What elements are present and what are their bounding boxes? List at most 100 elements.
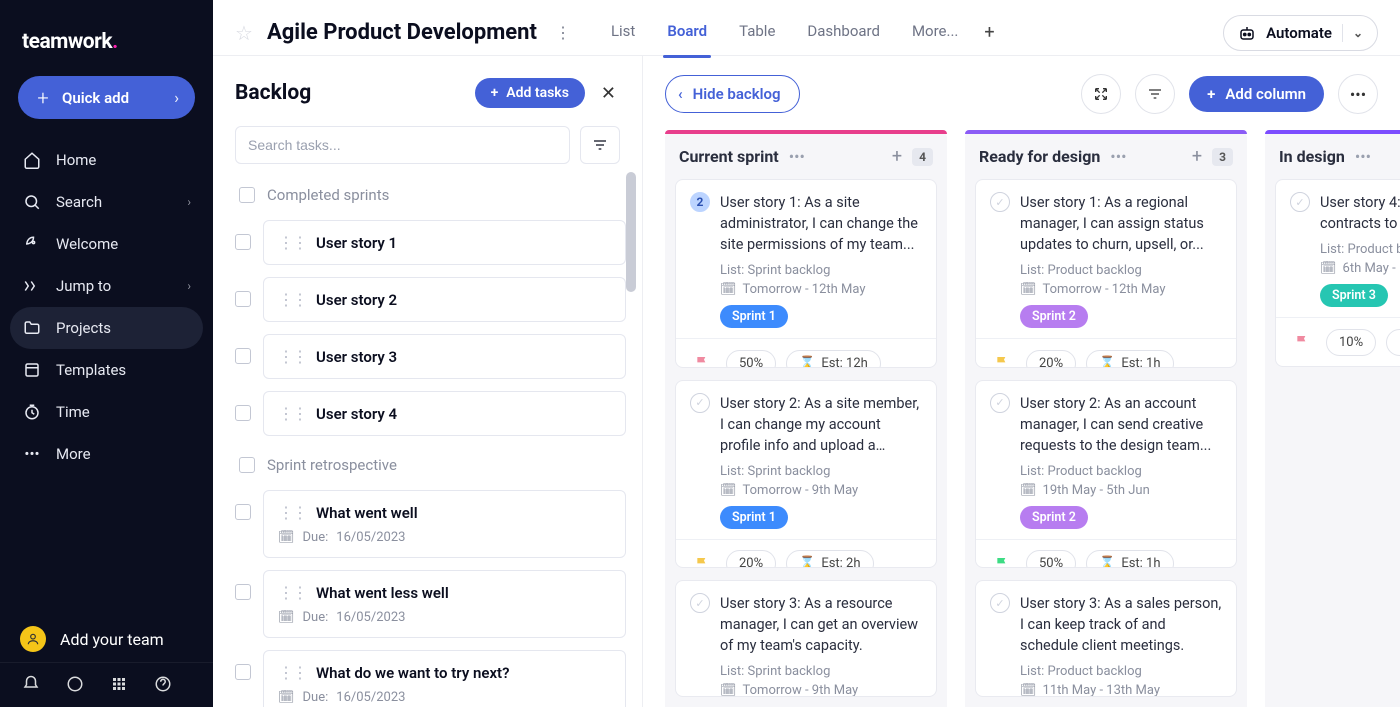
sidebar-item-jumpto[interactable]: Jump to › (10, 265, 203, 307)
tab-table[interactable]: Table (723, 8, 791, 57)
checkbox[interactable] (235, 584, 251, 600)
backlog-card[interactable]: ⋮⋮User story 2 (263, 277, 626, 322)
checkbox[interactable] (235, 405, 251, 421)
sprint-tag[interactable]: Sprint 1 (720, 305, 788, 328)
drag-handle-icon[interactable]: ⋮⋮ (278, 583, 306, 602)
tab-add-button[interactable]: + (974, 8, 1004, 57)
checkbox[interactable] (235, 234, 251, 250)
apps-icon[interactable] (110, 675, 128, 693)
column-add-icon[interactable]: + (892, 146, 902, 167)
add-team-button[interactable]: Add your team (0, 616, 213, 662)
tab-more[interactable]: More... (896, 8, 974, 57)
expand-button[interactable] (1081, 74, 1121, 114)
sidebar-item-home[interactable]: Home (10, 139, 203, 181)
project-menu-icon[interactable]: ⋮ (545, 23, 581, 42)
add-tasks-button[interactable]: + Add tasks (475, 78, 585, 108)
due-row: 🗓Due: 16/05/2023 (278, 690, 611, 705)
column-menu-icon[interactable]: ••• (789, 147, 805, 166)
column-body[interactable]: 2 User story 1: As a site administrator,… (665, 179, 947, 707)
complete-check-icon[interactable]: ✓ (990, 192, 1010, 212)
board-columns[interactable]: Current sprint ••• + 4 2 User story 1: A… (643, 124, 1400, 707)
tab-list[interactable]: List (595, 8, 651, 57)
flag-icon[interactable] (688, 550, 716, 569)
help-icon[interactable] (154, 675, 172, 693)
close-icon[interactable]: ✕ (597, 79, 620, 108)
backlog-list[interactable]: Completed sprints ⋮⋮User story 1 ⋮⋮User … (235, 172, 636, 707)
column-add-icon[interactable]: + (1192, 146, 1202, 167)
checkbox[interactable] (235, 348, 251, 364)
chat-icon[interactable] (66, 675, 84, 693)
complete-check-icon[interactable]: ✓ (690, 393, 710, 413)
backlog-card[interactable]: ⋮⋮What went less well 🗓Due: 16/05/2023 (263, 570, 626, 638)
backlog-card[interactable]: ⋮⋮What went well 🗓Due: 16/05/2023 (263, 490, 626, 558)
card-list: List: Product backlog (1020, 464, 1222, 479)
sidebar-item-more[interactable]: ••• More (10, 433, 203, 475)
complete-check-icon[interactable]: ✓ (990, 393, 1010, 413)
sidebar-item-projects[interactable]: Projects (10, 307, 203, 349)
checkbox[interactable] (239, 187, 255, 203)
board-card[interactable]: 2 User story 1: As a site administrator,… (675, 179, 937, 368)
board-card[interactable]: ✓ User story 3: As a resource manager, I… (675, 580, 937, 697)
filter-board-button[interactable] (1135, 74, 1175, 114)
search-input[interactable] (235, 126, 570, 164)
drag-handle-icon[interactable]: ⋮⋮ (278, 404, 306, 423)
project-title: Agile Product Development (267, 20, 537, 45)
quick-add-button[interactable]: + Quick add › (18, 76, 195, 119)
drag-handle-icon[interactable]: ⋮⋮ (278, 663, 306, 682)
board-card[interactable]: ✓ User story 2: As a site member, I can … (675, 380, 937, 569)
sidebar-item-time[interactable]: Time (10, 391, 203, 433)
board-more-button[interactable]: ••• (1338, 74, 1378, 114)
column-menu-icon[interactable]: ••• (1355, 147, 1371, 166)
backlog-card[interactable]: ⋮⋮What do we want to try next? 🗓Due: 16/… (263, 650, 626, 707)
automate-button[interactable]: Automate ⌄ (1223, 15, 1378, 51)
board-card[interactable]: ✓ User story 4: A I can send new contrac… (1275, 179, 1400, 367)
board-card[interactable]: ✓ User story 2: As an account manager, I… (975, 380, 1237, 569)
backlog-card-title: What went well (316, 504, 418, 522)
complete-check-icon[interactable]: ✓ (690, 593, 710, 613)
column-menu-icon[interactable]: ••• (1110, 147, 1126, 166)
dots-icon: ••• (22, 445, 42, 463)
flag-icon[interactable] (1288, 328, 1316, 356)
column-body[interactable]: ✓ User story 1: As a regional manager, I… (965, 179, 1247, 707)
tab-dashboard[interactable]: Dashboard (791, 8, 896, 57)
complete-check-icon[interactable]: ✓ (1290, 192, 1310, 212)
board-card[interactable]: ✓ User story 1: As a regional manager, I… (975, 179, 1237, 368)
automate-label: Automate (1266, 24, 1332, 42)
sprint-tag[interactable]: Sprint 3 (1320, 284, 1388, 307)
backlog-section-header[interactable]: Completed sprints (235, 172, 626, 214)
drag-handle-icon[interactable]: ⋮⋮ (278, 347, 306, 366)
sprint-tag[interactable]: Sprint 2 (1020, 506, 1088, 529)
tab-board[interactable]: Board (651, 8, 723, 57)
backlog-card[interactable]: ⋮⋮User story 1 (263, 220, 626, 265)
sprint-tag[interactable]: Sprint 1 (720, 506, 788, 529)
sidebar-item-welcome[interactable]: Welcome (10, 223, 203, 265)
star-icon[interactable]: ☆ (235, 21, 253, 45)
drag-handle-icon[interactable]: ⋮⋮ (278, 503, 306, 522)
flag-icon[interactable] (688, 349, 716, 368)
checkbox[interactable] (235, 664, 251, 680)
column-body[interactable]: ✓ User story 4: A I can send new contrac… (1265, 179, 1400, 707)
scrollbar[interactable] (626, 172, 636, 292)
hide-backlog-button[interactable]: ‹ Hide backlog (665, 75, 800, 113)
sprint-tag[interactable]: Sprint 2 (1020, 305, 1088, 328)
checkbox[interactable] (235, 504, 251, 520)
column-header: Ready for design ••• + 3 (965, 134, 1247, 179)
flag-icon[interactable] (988, 550, 1016, 569)
card-date: 🗓Tomorrow - 12th May (1020, 282, 1222, 297)
checkbox[interactable] (235, 291, 251, 307)
bell-icon[interactable] (22, 675, 40, 693)
checkbox[interactable] (239, 457, 255, 473)
sidebar-item-search[interactable]: Search › (10, 181, 203, 223)
add-column-button[interactable]: + Add column (1189, 76, 1324, 112)
sidebar-item-templates[interactable]: Templates (10, 349, 203, 391)
complete-check-icon[interactable]: ✓ (990, 593, 1010, 613)
backlog-card[interactable]: ⋮⋮User story 4 (263, 391, 626, 436)
drag-handle-icon[interactable]: ⋮⋮ (278, 233, 306, 252)
filter-button[interactable] (580, 126, 620, 164)
drag-handle-icon[interactable]: ⋮⋮ (278, 290, 306, 309)
nav-label: Welcome (56, 235, 118, 253)
backlog-section-header[interactable]: Sprint retrospective (235, 442, 626, 484)
flag-icon[interactable] (988, 349, 1016, 368)
board-card[interactable]: ✓ User story 3: As a sales person, I can… (975, 580, 1237, 697)
backlog-card[interactable]: ⋮⋮User story 3 (263, 334, 626, 379)
